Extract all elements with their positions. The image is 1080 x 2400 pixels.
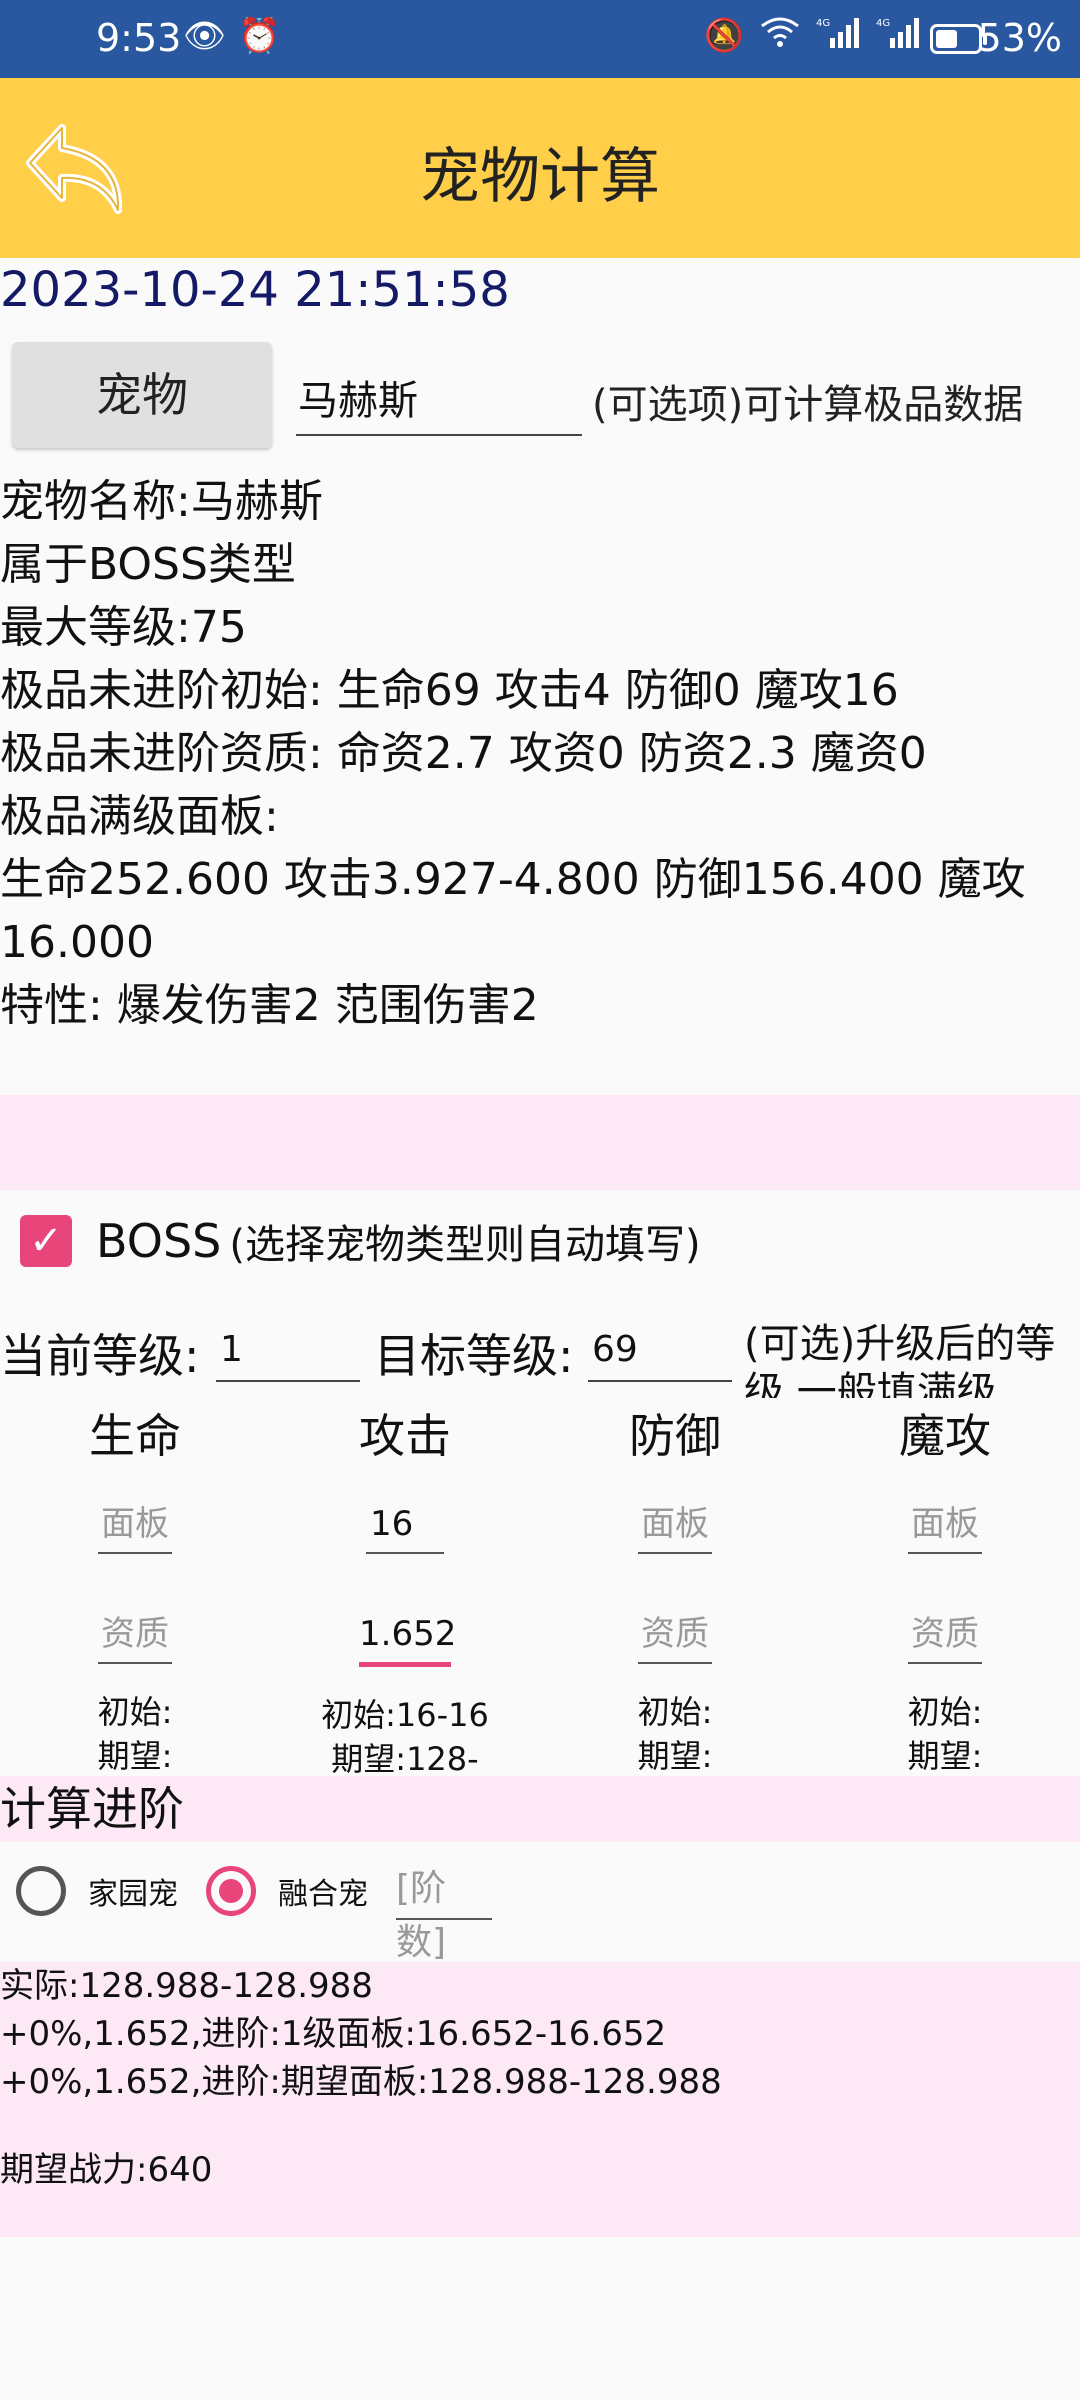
boss-checkbox[interactable]: ✓ — [20, 1215, 72, 1267]
current-level-input[interactable]: 1 — [216, 1322, 360, 1382]
expected-value: 期望: — [907, 1737, 983, 1775]
boss-checkbox-row[interactable]: ✓ BOSS (选择宠物类型则自动填写) — [20, 1212, 701, 1270]
radio-home-pet-label[interactable]: 家园宠 — [88, 1869, 178, 1913]
battery-fill — [936, 30, 957, 48]
quality-input[interactable]: 1.652 — [359, 1606, 456, 1667]
result-actual: 实际:128.988-128.988 — [0, 1966, 373, 2006]
signal-4g-icon: 4G — [876, 16, 920, 56]
quality-input[interactable]: 资质 — [638, 1606, 712, 1664]
signal-4g-icon: 4G — [816, 16, 860, 56]
radio-fusion-pet-label[interactable]: 融合宠 — [278, 1869, 368, 1913]
boss-checkbox-label: BOSS — [96, 1214, 222, 1268]
stage-input[interactable]: [阶数] — [396, 1862, 492, 1963]
stat-title: 防御 — [629, 1409, 721, 1463]
battery-percent: 53% — [977, 16, 1062, 60]
panel-input[interactable]: 面板 — [638, 1496, 712, 1554]
svg-text:4G: 4G — [876, 18, 890, 29]
timestamp: 2023-10-24 21:51:58 — [0, 262, 510, 318]
initial-value: 初始: — [637, 1693, 713, 1731]
pet-hint: (可选项)可计算极品数据 — [592, 382, 1024, 428]
pet-type-line: 属于BOSS类型 — [0, 539, 296, 590]
expected-value: 期望: — [637, 1737, 713, 1775]
mute-icon: 🔕 — [704, 16, 744, 54]
initial-stats-line: 极品未进阶初始: 生命69 攻击4 防御0 魔攻16 — [0, 665, 899, 716]
advance-options: 家园宠 融合宠 [阶数] — [16, 1856, 492, 1963]
pet-name-input[interactable]: 马赫斯 — [296, 370, 582, 436]
stat-title: 魔攻 — [899, 1409, 991, 1463]
initial-value: 初始:16-16 — [321, 1696, 489, 1734]
quality-input[interactable]: 资质 — [908, 1606, 982, 1664]
boss-checkbox-hint: (选择宠物类型则自动填写) — [229, 1222, 701, 1268]
alarm-icon: ⏰ — [238, 16, 281, 56]
status-time: 9:53 — [96, 16, 182, 60]
target-level-label: 目标等级: — [374, 1329, 574, 1383]
pet-info: 宠物名称:马赫斯 属于BOSS类型 最大等级:75 极品未进阶初始: 生命69 … — [0, 470, 1080, 1037]
panel-input[interactable]: 16 — [366, 1496, 444, 1554]
full-panel-values: 生命252.600 攻击3.927-4.800 防御156.400 魔攻16.0… — [0, 854, 1026, 968]
app-bar: 宠物计算 — [0, 78, 1080, 258]
page-title: 宠物计算 — [420, 142, 660, 212]
battery-icon — [930, 24, 987, 54]
stat-title: 生命 — [89, 1409, 181, 1463]
quality-line: 极品未进阶资质: 命资2.7 攻资0 防资2.3 魔资0 — [0, 728, 927, 779]
stat-column-attack: 攻击 16 1.652 初始:16-16 期望:128-128 — [305, 1400, 505, 1825]
svg-text:4G: 4G — [816, 18, 830, 29]
result-line-1: +0%,1.652,进阶:1级面板:16.652-16.652 — [0, 2014, 667, 2054]
traits-line: 特性: 爆发伤害2 范围伤害2 — [0, 980, 539, 1031]
initial-value: 初始: — [907, 1693, 983, 1731]
level-row: 当前等级: 1 目标等级: 69 (可选)升级后的等级,一般填满级 — [0, 1306, 1080, 1398]
radio-home-pet[interactable] — [16, 1866, 66, 1916]
pet-select-button[interactable]: 宠物 — [12, 342, 272, 448]
max-level-line: 最大等级:75 — [0, 602, 247, 653]
panel-input[interactable]: 面板 — [908, 1496, 982, 1554]
panel-input[interactable]: 面板 — [98, 1496, 172, 1554]
eye-icon: 👁 — [183, 16, 227, 56]
pet-name-line: 宠物名称:马赫斯 — [0, 476, 323, 527]
current-level-label: 当前等级: — [0, 1329, 200, 1383]
expected-value: 期望: — [97, 1737, 173, 1775]
stat-column-defense: 防御 面板 资质 初始: 期望: — [575, 1400, 775, 1778]
stat-title: 攻击 — [359, 1409, 451, 1463]
initial-value: 初始: — [97, 1693, 173, 1731]
full-panel-title: 极品满级面板: — [0, 791, 279, 842]
status-bar: 9:53 👁 ⏰ 🔕 4G 4G 53% — [0, 0, 1080, 78]
stat-column-hp: 生命 面板 资质 初始: 期望: — [35, 1400, 235, 1778]
divider-band — [0, 1095, 1080, 1190]
wifi-icon — [760, 16, 800, 56]
results-panel: 实际:128.988-128.988 +0%,1.652,进阶:1级面板:16.… — [0, 1962, 1080, 2237]
target-level-input[interactable]: 69 — [588, 1322, 732, 1382]
stat-column-magic: 魔攻 面板 资质 初始: 期望: — [845, 1400, 1045, 1778]
target-level-hint: (可选)升级后的等级,一般填满级 — [744, 1321, 1056, 1398]
result-line-2: +0%,1.652,进阶:期望面板:128.988-128.988 — [0, 2062, 722, 2102]
radio-fusion-pet[interactable] — [206, 1866, 256, 1916]
quality-input[interactable]: 资质 — [98, 1606, 172, 1664]
advance-section-title: 计算进阶 — [0, 1776, 1080, 1842]
result-power: 期望战力:640 — [0, 2150, 213, 2190]
